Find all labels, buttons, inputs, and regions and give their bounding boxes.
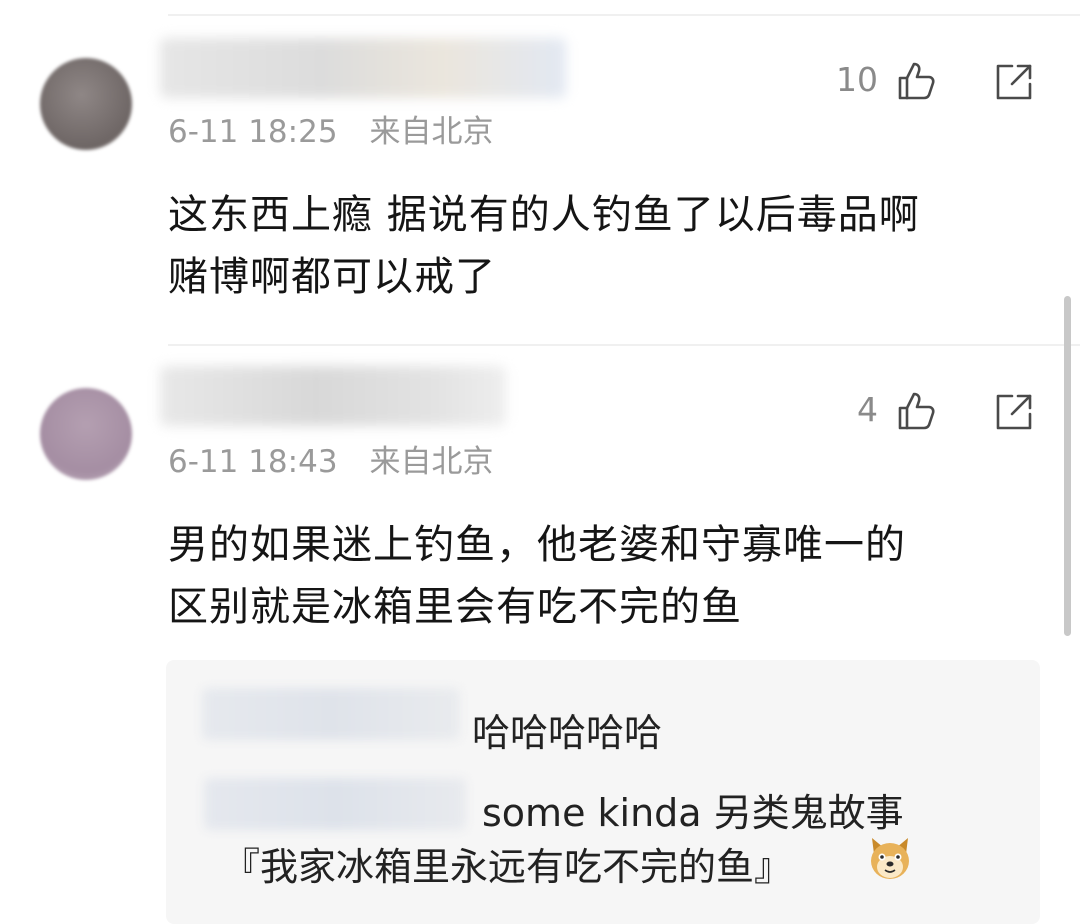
comment-meta: 6-11 18:43 来自北京 <box>168 436 494 481</box>
comment-text-line: 男的如果迷上钓鱼，他老婆和守寡唯一的 <box>168 522 906 568</box>
reply-text: 『我家冰箱里永远有吃不完的鱼』 <box>222 845 793 889</box>
username-blurred[interactable] <box>160 366 506 426</box>
like-count: 10 <box>836 60 878 99</box>
comment-text-line: 区别就是冰箱里会有吃不完的鱼 <box>168 584 742 630</box>
thumbs-up-icon[interactable] <box>894 388 938 432</box>
reply-username-blurred[interactable] <box>204 778 466 830</box>
avatar[interactable] <box>40 58 132 150</box>
comment-location: 来自北京 <box>369 444 494 480</box>
share-icon[interactable] <box>992 390 1036 434</box>
comment-text-line: 赌博啊都可以戒了 <box>168 254 496 300</box>
username-blurred[interactable] <box>160 38 566 98</box>
avatar[interactable] <box>40 388 132 480</box>
comment-time: 6-11 18:25 <box>168 114 338 150</box>
comment-location: 来自北京 <box>369 114 494 150</box>
like-count: 4 <box>857 390 878 429</box>
doge-emoji-icon <box>866 834 914 882</box>
reply-username-blurred[interactable] <box>202 688 460 740</box>
comment-text-line: 这东西上瘾 据说有的人钓鱼了以后毒品啊 <box>168 192 920 238</box>
reply-text: 哈哈哈哈哈 <box>472 711 663 755</box>
top-divider <box>168 14 1080 16</box>
comment-text: 男的如果迷上钓鱼，他老婆和守寡唯一的 区别就是冰箱里会有吃不完的鱼 <box>168 514 1048 638</box>
thumbs-up-icon[interactable] <box>894 58 938 102</box>
share-icon[interactable] <box>992 60 1036 104</box>
scrollbar[interactable] <box>1064 296 1071 636</box>
reply-text: some kinda 另类鬼故事 <box>482 791 904 835</box>
comment-text: 这东西上瘾 据说有的人钓鱼了以后毒品啊 赌博啊都可以戒了 <box>168 184 1048 308</box>
comment-divider <box>168 344 1080 346</box>
comment-time: 6-11 18:43 <box>168 444 338 480</box>
comment-meta: 6-11 18:25 来自北京 <box>168 106 494 151</box>
